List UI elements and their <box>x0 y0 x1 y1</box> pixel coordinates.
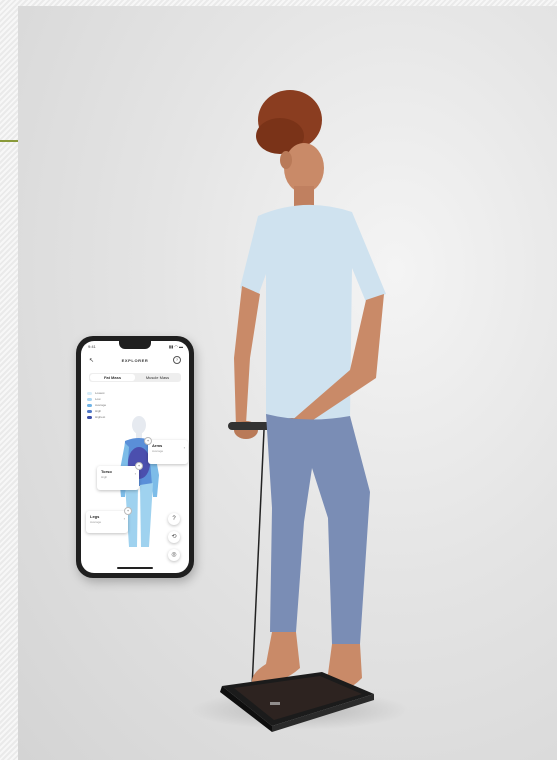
callout-legs-value: Average <box>90 520 102 524</box>
status-time: 9:41 <box>88 344 96 349</box>
face <box>284 143 324 193</box>
plus-icon[interactable]: + <box>124 507 132 515</box>
legend-swatch <box>87 416 92 419</box>
legend-swatch <box>87 410 92 413</box>
callout-torso-title: Torso <box>101 469 112 474</box>
legend-label: Average <box>95 403 107 407</box>
legend-label: Highest <box>95 415 106 419</box>
figure-head <box>132 416 146 434</box>
legend-label: High <box>95 409 102 413</box>
phone-notch <box>119 341 151 349</box>
ear <box>280 151 292 169</box>
tab-fat-mass[interactable]: Fat Mass <box>90 374 135 381</box>
smart-scale <box>220 672 374 732</box>
status-icons: ▮▮ ◠ ▬ <box>168 344 183 349</box>
legend-swatch <box>87 404 92 407</box>
handle-cable <box>251 429 265 689</box>
callout-legs-title: Legs <box>90 514 100 519</box>
tab-muscle-mass[interactable]: Muscle Mass <box>135 374 180 381</box>
chevron-right-icon: › <box>183 445 185 450</box>
phone-screen: 9:41 ▮▮ ◠ ▬ ↖ EXPLORER ? Fat Mass Muscle… <box>81 341 189 573</box>
plus-icon[interactable]: + <box>135 462 143 470</box>
woman-figure <box>228 90 386 697</box>
help-icon[interactable]: ? <box>173 356 181 364</box>
smartphone: 9:41 ▮▮ ◠ ▬ ↖ EXPLORER ? Fat Mass Muscle… <box>76 336 194 578</box>
help-button[interactable]: ? <box>168 513 180 525</box>
leggings <box>266 414 370 644</box>
callout-torso-value: High <box>101 475 108 479</box>
home-indicator <box>117 567 153 569</box>
callout-arms-value: Average <box>152 449 164 453</box>
target-icon[interactable]: ◎ <box>168 549 180 561</box>
plus-icon[interactable]: + <box>144 437 152 445</box>
callout-arms[interactable]: Arms Average › <box>148 440 188 464</box>
callout-arms-title: Arms <box>152 443 163 448</box>
photo-scene: 9:41 ▮▮ ◠ ▬ ↖ EXPLORER ? Fat Mass Muscle… <box>0 0 557 760</box>
left-arm <box>234 286 260 428</box>
tab-bar: Fat Mass Muscle Mass <box>89 373 181 382</box>
scale-display <box>270 702 280 705</box>
legend-label: Lowest <box>95 391 105 395</box>
rotate-icon[interactable]: ⟲ <box>168 531 180 543</box>
callout-legs[interactable]: Legs Average › <box>86 511 128 533</box>
legend-swatch <box>87 398 92 401</box>
chevron-right-icon: › <box>134 471 136 476</box>
legend-swatch <box>87 392 92 395</box>
chevron-right-icon: › <box>123 516 125 521</box>
figure-right-leg <box>140 483 153 547</box>
accent-line <box>0 140 18 142</box>
legend-label: Low <box>95 397 101 401</box>
callout-torso[interactable]: Torso High › <box>97 466 139 490</box>
